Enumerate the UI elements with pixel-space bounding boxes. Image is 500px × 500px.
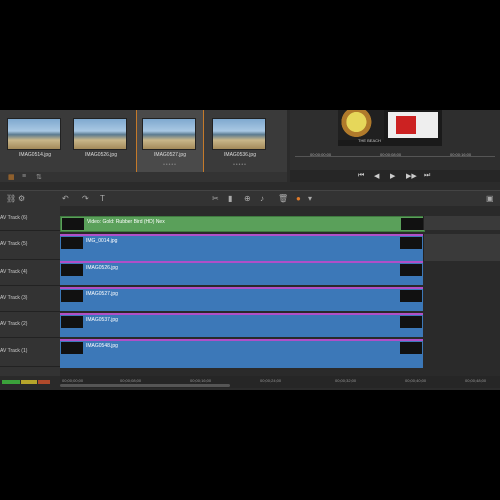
timeline-clip[interactable]: IMAG0548.jpg [60,339,423,368]
monitor-scrubber[interactable] [295,156,495,157]
clip-thumbnail [61,290,83,302]
thumbnail-label: IMAG0527.jpg [154,152,186,158]
clip-thumbnail [400,237,422,249]
transport-controls: ⏮ ◀ ▶ ▶▶ ⏭ [290,170,500,182]
marker-icon[interactable]: ▮ [228,194,232,203]
thumbnail-label: IMAG0526.jpg [85,152,117,158]
track-name: AV Track (4) [0,269,28,275]
zoom-icon[interactable]: ⊕ [244,194,251,203]
meter-level [21,380,37,384]
video-editor-window: IMAG0514.jpg IMAG0526.jpg IMAG0527.jpg •… [0,110,500,390]
clip-thumbnail [400,316,422,328]
track-name: AV Track (1) [0,348,28,354]
delete-icon[interactable]: 🗑 [278,194,288,203]
clip-title: IMAG0526.jpg [86,265,118,271]
time-ruler[interactable]: 00;00;00;00 00;00;08;00 00;00;16;00 00;0… [60,376,500,388]
razor-icon[interactable]: ✂ [212,194,219,203]
clip-thumbnail [61,342,83,354]
library-footer: ▦ ≡ ⇅ [0,172,287,182]
clip-title: IMAG0548.jpg [86,343,118,349]
track-header[interactable]: AV Track (1) [0,337,60,367]
go-to-start-button[interactable]: ⏮ [358,172,364,180]
sort-icon[interactable]: ⇅ [36,173,42,181]
clip-title: IMG_0014.jpg [86,238,118,244]
timeline-clip[interactable]: IMG_0014.jpg [60,234,423,261]
ruler-tick: 00;00;32;00 [335,378,357,383]
timeline-scrollbar[interactable] [60,384,230,387]
step-back-button[interactable]: ◀ [374,172,379,180]
media-library-panel: IMAG0514.jpg IMAG0526.jpg IMAG0527.jpg •… [0,110,287,182]
track-header[interactable]: AV Track (5) [0,230,60,260]
clip-thumbnail [61,264,83,276]
monitor-panel: THE BEACH 00;00;00;00 00;00;08;00 00;00;… [290,110,500,182]
empty-track-area[interactable] [423,234,500,261]
timeline-clip[interactable]: IMAG0527.jpg [60,287,423,311]
thumbnail-image [142,118,196,150]
clip-thumbnail [61,316,83,328]
list-view-icon[interactable]: ≡ [22,173,26,180]
thumbnail-label: IMAG0514.jpg [19,152,51,158]
ruler-tick: 00;00;40;00 [405,378,427,383]
undo-icon[interactable]: ↶ [62,194,69,203]
library-item-selected[interactable]: IMAG0527.jpg ••••• [136,110,204,173]
ruler-tick: 00;00;16;00 [190,378,212,383]
timeline-tracks: Video: Gold: Rubber Bird (HD) Nex IMG_00… [60,206,500,376]
preview-frame: THE BEACH [338,110,442,146]
audio-icon[interactable]: ♪ [260,194,264,203]
track-header[interactable]: AV Track (2) [0,311,60,338]
ruler-tick: 00;00;48;00 [465,378,487,383]
record-icon[interactable]: ● [296,194,301,203]
audio-meter [0,376,60,390]
track-header[interactable]: AV Track (3) [0,285,60,312]
thumbnail-image [73,118,127,150]
thumbnail-label: IMAG0536.jpg [224,152,256,158]
timeline-clip[interactable]: IMAG0526.jpg [60,261,423,285]
preview-image-right [388,112,438,138]
library-item[interactable]: IMAG0526.jpg [68,110,134,172]
meter-level [2,380,20,384]
clip-thumbnail [400,342,422,354]
track-name: AV Track (6) [0,215,28,221]
clip-thumbnail [400,290,422,302]
clip-title: IMAG0527.jpg [86,291,118,297]
play-button[interactable]: ▶ [390,172,395,180]
track-name: AV Track (3) [0,295,28,301]
clip-thumbnail [400,264,422,276]
empty-track-area[interactable] [423,216,500,230]
rating-dots: ••••• [163,162,177,168]
timeline-clip[interactable]: IMAG0537.jpg [60,313,423,337]
timeline-clip-title[interactable]: Video: Gold: Rubber Bird (HD) Nex [60,216,425,232]
thumbnail-image [7,118,61,150]
clip-title: IMAG0537.jpg [86,317,118,323]
redo-icon[interactable]: ↷ [82,194,89,203]
track-name: AV Track (2) [0,321,28,327]
clip-title: Video: Gold: Rubber Bird (HD) Nex [87,219,165,225]
grid-view-icon[interactable]: ▦ [8,173,15,181]
ruler-tick: 00;00;00;00 [62,378,84,383]
settings-icon[interactable]: ⚙ [18,194,25,203]
preview-caption: THE BEACH [358,138,381,143]
clip-thumbnail [401,218,423,230]
link-icon[interactable]: ⛓ [6,194,16,203]
clip-thumbnail [62,218,84,230]
rating-dots: ••••• [233,162,247,168]
track-name: AV Track (5) [0,241,28,247]
meter-level [38,380,50,384]
track-header[interactable]: AV Track (6) [0,206,60,231]
text-tool-icon[interactable]: T [100,194,105,203]
track-header[interactable]: AV Track (4) [0,259,60,286]
chevron-down-icon[interactable]: ▾ [308,194,312,203]
preview-image-left [338,110,384,140]
library-item[interactable]: IMAG0536.jpg ••••• [207,110,273,172]
ruler-tick: 00;00;08;00 [120,378,142,383]
step-forward-button[interactable]: ▶▶ [406,172,417,180]
panel-toggle-icon[interactable]: ▣ [486,194,494,203]
library-item[interactable]: IMAG0514.jpg [2,110,68,172]
thumbnail-image [212,118,266,150]
go-to-end-button[interactable]: ⏭ [424,172,430,180]
clip-thumbnail [61,237,83,249]
ruler-tick: 00;00;24;00 [260,378,282,383]
track-headers: AV Track (6) AV Track (5) AV Track (4) A… [0,206,60,376]
